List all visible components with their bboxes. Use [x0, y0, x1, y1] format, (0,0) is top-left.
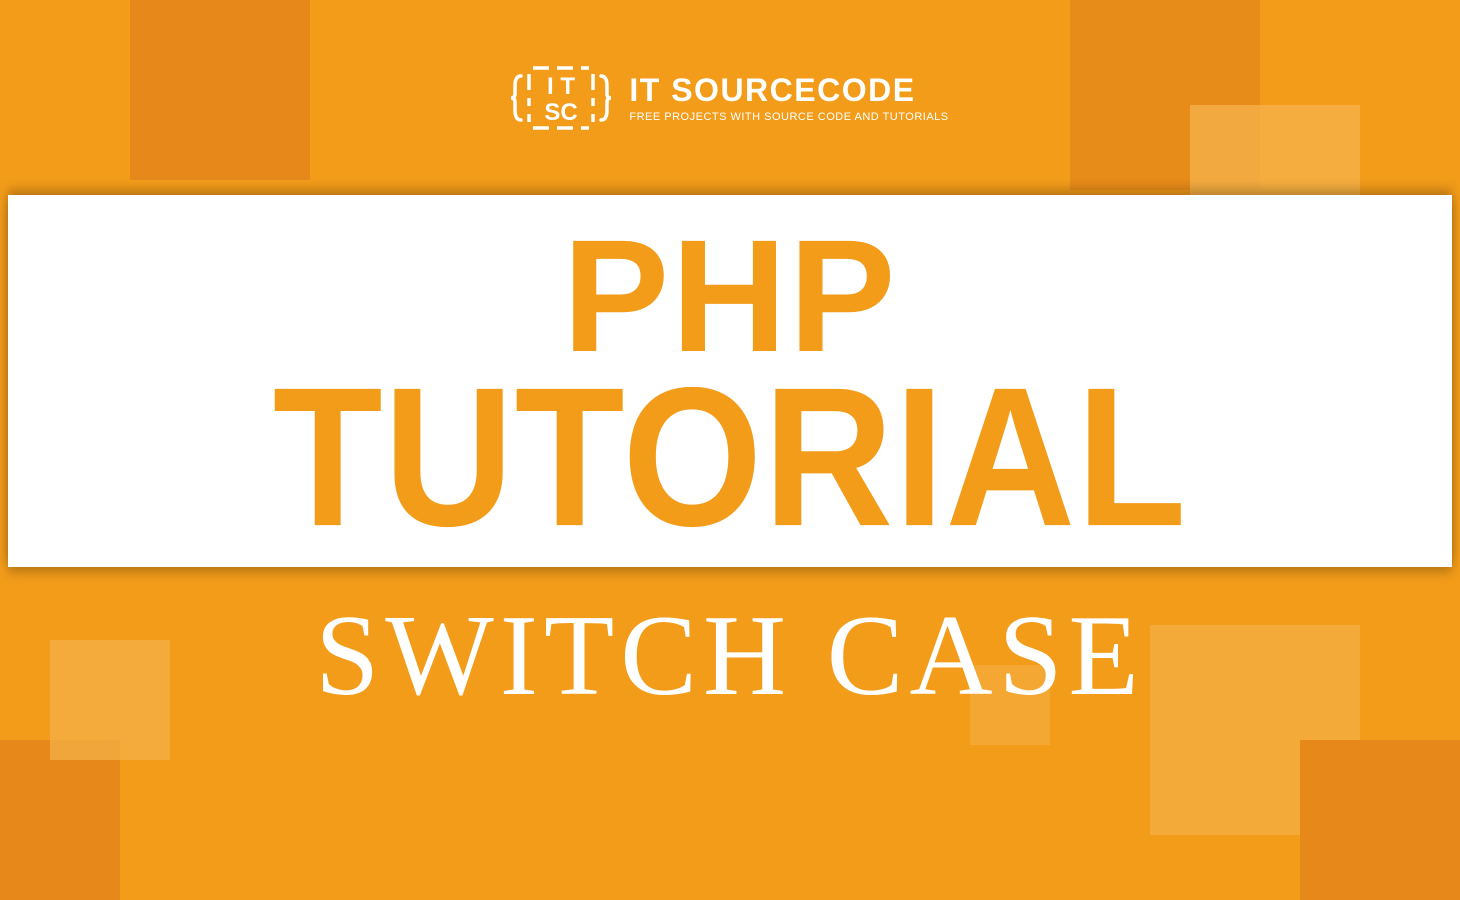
svg-text:I T: I T — [547, 73, 575, 100]
svg-text:SC: SC — [545, 99, 578, 126]
logo-mark-icon: I T SC — [511, 48, 611, 148]
brand-tagline: FREE PROJECTS WITH SOURCE CODE AND TUTOR… — [629, 111, 948, 123]
brand-text: IT SOURCECODE FREE PROJECTS WITH SOURCE … — [629, 72, 948, 123]
brand-logo: I T SC IT SOURCECODE FREE PROJECTS WITH … — [511, 48, 948, 148]
subtitle: SWITCH CASE — [0, 590, 1460, 722]
decorative-square — [0, 740, 120, 900]
main-title-panel: PHP TUTORIAL — [8, 195, 1452, 567]
decorative-square — [1300, 740, 1460, 900]
tutorial-banner: I T SC IT SOURCECODE FREE PROJECTS WITH … — [0, 0, 1460, 900]
title-line-2: TUTORIAL — [273, 363, 1188, 551]
brand-name: IT SOURCECODE — [629, 72, 948, 109]
header: I T SC IT SOURCECODE FREE PROJECTS WITH … — [0, 0, 1460, 195]
